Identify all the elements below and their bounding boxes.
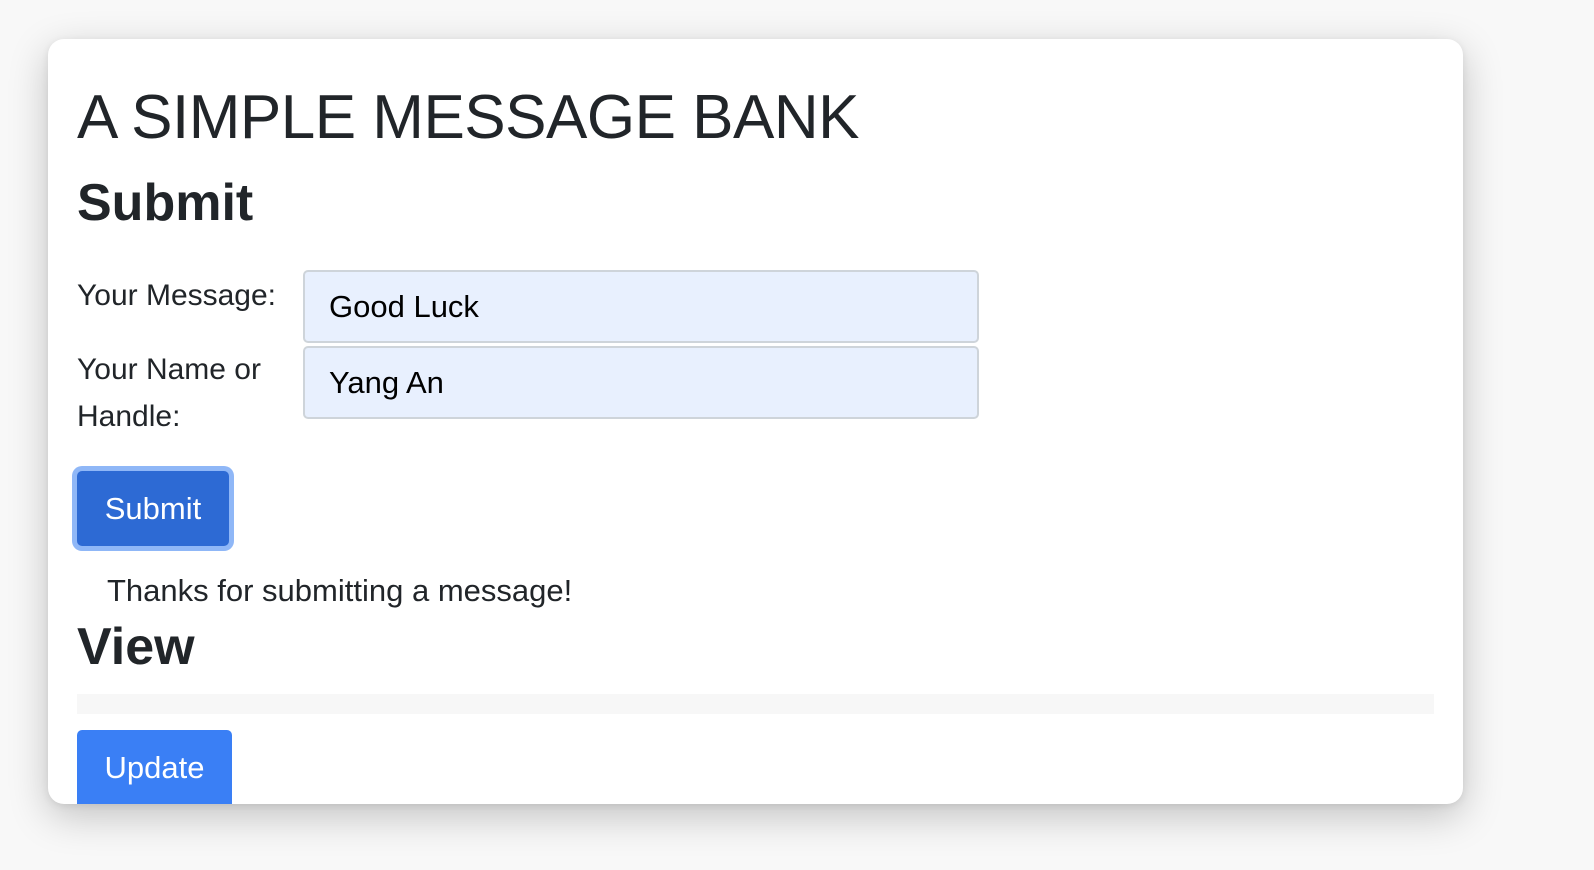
app-window: A SIMPLE MESSAGE BANK Submit Your Messag…	[48, 39, 1463, 804]
name-input[interactable]	[303, 346, 979, 419]
messages-list	[77, 694, 1434, 714]
message-label: Your Message:	[77, 279, 277, 312]
name-label: Your Name or Handle:	[77, 353, 261, 433]
page-title: A SIMPLE MESSAGE BANK	[77, 83, 860, 152]
message-input[interactable]	[303, 270, 979, 343]
submit-heading: Submit	[77, 174, 254, 232]
submit-confirmation: Thanks for submitting a message!	[107, 573, 573, 608]
submit-button[interactable]: Submit	[77, 471, 229, 546]
update-button[interactable]: Update	[77, 730, 232, 804]
view-heading: View	[77, 618, 195, 676]
